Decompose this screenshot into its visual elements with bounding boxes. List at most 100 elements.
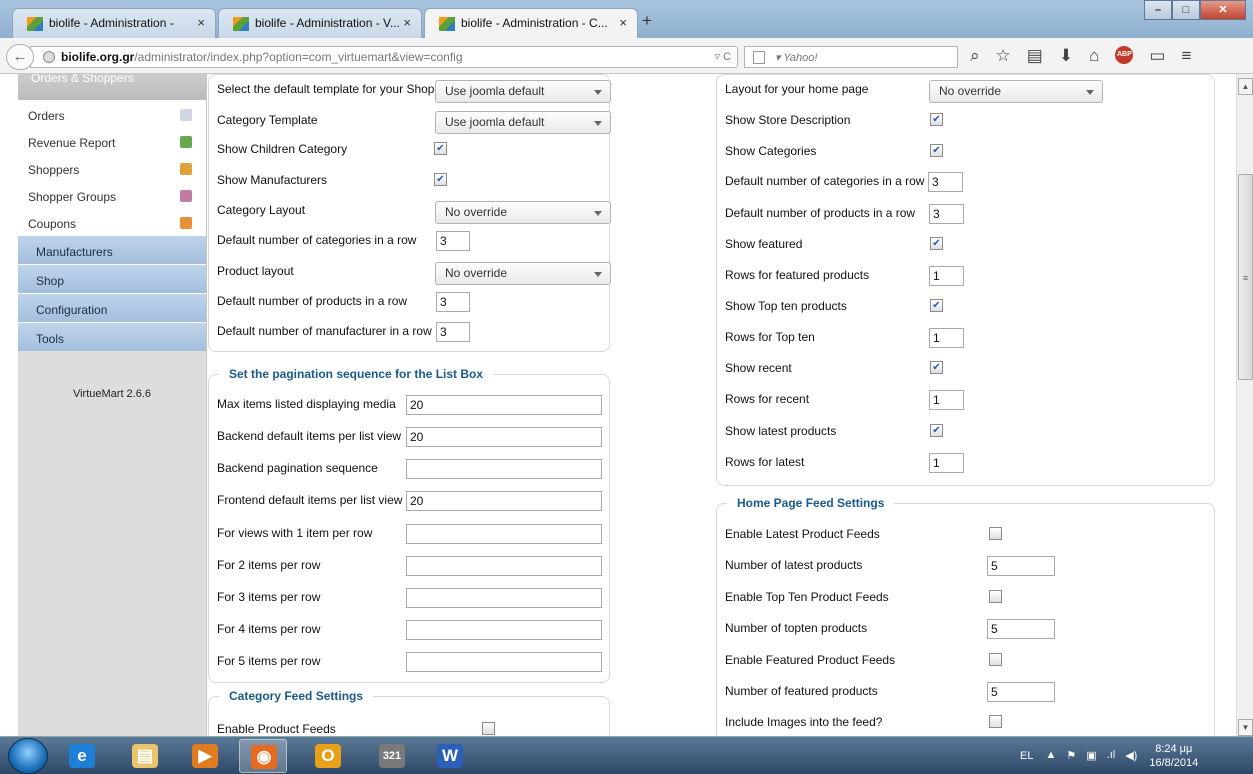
text-input[interactable]: 3 (928, 172, 963, 192)
back-button[interactable]: ← (6, 44, 34, 70)
text-input[interactable]: 20 (406, 427, 602, 447)
bookmark-star-icon[interactable]: ☆ (996, 46, 1011, 66)
tab-close-icon[interactable]: × (403, 15, 411, 30)
checkbox[interactable]: ✔ (930, 424, 943, 437)
taskbar-app[interactable]: ◉ (239, 739, 287, 773)
clock-date: 16/8/2014 (1149, 756, 1199, 769)
text-input[interactable]: 20 (406, 395, 602, 415)
sidebar-menu-configuration[interactable]: Configuration (18, 293, 206, 322)
page-scrollbar[interactable]: ▲ ≡ ▼ (1236, 74, 1253, 736)
field-label: Include Images into the feed? (725, 715, 883, 729)
text-input[interactable]: 1 (929, 328, 964, 348)
scroll-down-button[interactable]: ▼ (1238, 719, 1253, 736)
checkbox[interactable] (989, 527, 1002, 540)
taskbar-app[interactable]: 321 (368, 739, 416, 773)
text-input[interactable]: 3 (436, 292, 470, 312)
sidebar-item[interactable]: Revenue Report (18, 127, 206, 154)
text-input[interactable]: 1 (929, 390, 964, 410)
language-indicator[interactable]: EL (1020, 750, 1033, 762)
text-input[interactable]: 5 (987, 682, 1055, 702)
joomla-icon (27, 17, 43, 31)
checkbox[interactable] (989, 715, 1002, 728)
form-row: Enable Featured Product Feeds (717, 651, 1214, 671)
text-input[interactable] (406, 588, 602, 608)
show-hidden-icons-icon[interactable]: ▲ (1045, 749, 1056, 762)
text-input[interactable] (406, 459, 602, 479)
sidebar-section-orders-shoppers[interactable]: Orders & Shoppers (18, 74, 206, 100)
checkbox[interactable]: ✔ (930, 144, 943, 157)
reading-list-icon[interactable]: ▤ (1027, 46, 1043, 66)
text-input[interactable] (406, 652, 602, 672)
signal-icon[interactable]: .ıl (1107, 749, 1116, 762)
volume-icon[interactable]: ◀) (1125, 749, 1137, 762)
scroll-up-button[interactable]: ▲ (1238, 78, 1253, 95)
start-button[interactable] (8, 738, 48, 774)
url-bar[interactable]: biolife.org.gr/administrator/index.php?o… (30, 46, 738, 68)
window-icon[interactable]: ▭ (1149, 46, 1165, 66)
browser-tab[interactable]: biolife - Administration - × (12, 8, 216, 38)
sidebar-menu-tools[interactable]: Tools (18, 322, 206, 351)
home-icon[interactable]: ⌂ (1089, 46, 1099, 66)
form-row: Rows for Top ten 1 (717, 328, 1214, 348)
word-icon: W (437, 744, 463, 768)
checkbox[interactable]: ✔ (930, 237, 943, 250)
checkbox[interactable]: ✔ (434, 142, 447, 155)
browser-tab[interactable]: biolife - Administration - C... × (424, 8, 638, 39)
text-input[interactable] (406, 620, 602, 640)
field-label: Enable Product Feeds (217, 722, 336, 736)
checkbox[interactable] (482, 722, 495, 735)
sidebar-menu-shop[interactable]: Shop (18, 264, 206, 293)
taskbar-app[interactable]: W (426, 739, 474, 773)
text-input[interactable]: 3 (436, 322, 470, 342)
tab-close-icon[interactable]: × (619, 15, 627, 30)
adblock-icon[interactable]: ABP (1115, 46, 1134, 64)
search-icon[interactable]: ⌕ (970, 46, 980, 66)
text-input[interactable]: 3 (436, 231, 470, 251)
field-label: Default number of products in a row (217, 294, 408, 308)
checkbox[interactable]: ✔ (930, 299, 943, 312)
sidebar-item[interactable]: Shoppers (18, 154, 206, 181)
select-dropdown[interactable]: No override (435, 262, 611, 285)
search-input[interactable]: ▾ Yahoo! (744, 46, 958, 68)
new-tab-button[interactable]: + (642, 11, 652, 31)
select-dropdown[interactable]: No override (929, 80, 1103, 103)
text-input[interactable]: 20 (406, 491, 602, 511)
reload-icon[interactable]: ▿ C (714, 50, 731, 63)
browser-tab[interactable]: biolife - Administration - V... × (218, 8, 422, 38)
text-input[interactable]: 1 (929, 266, 964, 286)
text-input[interactable]: 1 (929, 453, 964, 473)
checkbox[interactable] (989, 590, 1002, 603)
sidebar-item[interactable]: Coupons (18, 208, 206, 235)
clock[interactable]: 8:24 μμ 16/8/2014 (1149, 742, 1198, 770)
select-dropdown[interactable]: No override (435, 201, 611, 224)
select-dropdown[interactable]: Use joomla default (435, 80, 611, 103)
maximize-button[interactable]: □ (1172, 0, 1200, 20)
select-dropdown[interactable]: Use joomla default (435, 111, 611, 134)
action-center-icon[interactable]: ⚑ (1066, 749, 1076, 762)
checkbox[interactable] (989, 653, 1002, 666)
taskbar-app[interactable]: ▤ (121, 739, 169, 773)
checkbox[interactable]: ✔ (434, 173, 447, 186)
text-input[interactable]: 5 (987, 619, 1055, 639)
text-input[interactable] (406, 524, 602, 544)
taskbar-app[interactable]: ▶ (181, 739, 229, 773)
download-icon[interactable]: ⬇ (1059, 46, 1073, 66)
text-input[interactable]: 5 (987, 556, 1055, 576)
sidebar-item[interactable]: Shopper Groups (18, 181, 206, 208)
taskbar-app[interactable]: e (58, 739, 106, 773)
scroll-thumb[interactable]: ≡ (1238, 174, 1253, 380)
tab-close-icon[interactable]: × (197, 15, 205, 30)
checkbox[interactable]: ✔ (930, 361, 943, 374)
text-input[interactable]: 3 (929, 204, 964, 224)
sidebar-menu-manufacturers[interactable]: Manufacturers (18, 235, 206, 264)
close-window-button[interactable]: ✕ (1200, 0, 1246, 20)
sidebar-item[interactable]: Orders (18, 100, 206, 127)
taskbar-app[interactable]: O (304, 739, 352, 773)
sidebar-item-label: Revenue Report (28, 136, 116, 150)
tab-title: biolife - Administration - V... (255, 16, 400, 30)
text-input[interactable] (406, 556, 602, 576)
checkbox[interactable]: ✔ (930, 113, 943, 126)
network-device-icon[interactable]: ▣ (1086, 749, 1096, 762)
menu-icon[interactable]: ≡ (1181, 46, 1191, 66)
minimize-button[interactable]: – (1144, 0, 1172, 20)
